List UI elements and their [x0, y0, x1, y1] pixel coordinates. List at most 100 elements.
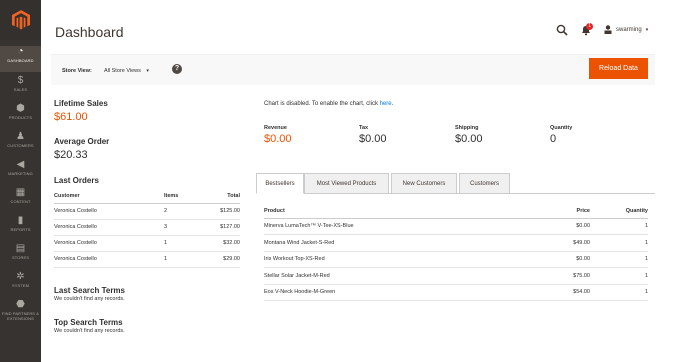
product-price: $49.00: [534, 234, 590, 252]
bestsellers-table: Product Price Quantity Minerva LumaTech™…: [264, 204, 648, 301]
user-menu[interactable]: swarming ▾: [604, 25, 648, 34]
revenue-label: Revenue: [264, 125, 287, 131]
order-items: 2: [164, 203, 204, 220]
sidebar-item-label: Products: [8, 115, 33, 120]
shipping-label: Shipping: [455, 125, 479, 131]
last-orders-title: Last Orders: [54, 176, 99, 185]
top-search-terms-title: Top Search Terms: [54, 318, 123, 327]
dashboard-icon: ◔: [17, 46, 24, 57]
user-name: swarming: [616, 26, 642, 33]
table-row[interactable]: Veronica Costello 2 $125.00: [54, 203, 240, 220]
last-search-terms-title: Last Search Terms: [54, 286, 125, 295]
sidebar-item-customers[interactable]: ♟ Customers: [0, 131, 41, 157]
sidebar-item-reports[interactable]: ▮ Reports: [0, 215, 41, 241]
table-header-row: Customer Items Total: [54, 189, 240, 204]
order-customer: Veronica Costello: [54, 219, 164, 236]
product-price: $75.00: [534, 267, 590, 285]
person-icon: ♟: [16, 131, 25, 142]
top-search-terms-empty: We couldn't find any records.: [54, 328, 125, 334]
table-header-row: Product Price Quantity: [264, 204, 648, 219]
order-items: 1: [164, 235, 204, 252]
sidebar-item-label: Dashboard: [7, 58, 34, 63]
column-header-product: Product: [264, 204, 534, 219]
product-name: Stellar Solar Jacket-M-Red: [264, 267, 534, 285]
tab-bestsellers[interactable]: Bestsellers: [256, 173, 304, 194]
tab-new-customers[interactable]: New Customers: [391, 173, 457, 194]
store-view-selected: All Store Views: [104, 68, 141, 74]
megaphone-icon: ◀: [16, 159, 25, 170]
order-items: 1: [164, 251, 204, 268]
table-row[interactable]: Iris Workout Top-XS-Red $0.00 1: [264, 251, 648, 268]
sidebar-item-stores[interactable]: ▤ Stores: [0, 243, 41, 269]
order-total: $125.00: [204, 203, 240, 220]
table-row[interactable]: Veronica Costello 1 $29.00: [54, 251, 240, 268]
table-row[interactable]: Stellar Solar Jacket-M-Red $75.00 1: [264, 267, 648, 285]
order-items: 3: [164, 219, 204, 236]
order-total: $32.00: [204, 235, 240, 252]
store-icon: ▤: [15, 243, 26, 254]
average-order-value: $20.33: [54, 149, 88, 161]
chevron-down-icon: ▾: [645, 26, 649, 33]
reload-data-button[interactable]: Reload Data: [589, 58, 648, 79]
table-row[interactable]: Montana Wind Jacket-S-Red $49.00 1: [264, 234, 648, 252]
sidebar-item-label: Marketing: [8, 171, 33, 176]
sidebar-item-label: Stores: [12, 255, 29, 260]
gear-icon: ✲: [16, 271, 25, 282]
product-name: Iris Workout Top-XS-Red: [264, 251, 534, 268]
sidebar-item-dashboard[interactable]: ◔ Dashboard: [0, 46, 41, 72]
shipping-value: $0.00: [455, 133, 483, 145]
sidebar-item-sales[interactable]: $ Sales: [0, 75, 41, 101]
last-search-terms-empty: We couldn't find any records.: [54, 296, 125, 302]
last-orders-table: Customer Items Total Veronica Costello 2…: [54, 189, 240, 268]
chart-disabled-note: Chart is disabled. To enable the chart, …: [264, 101, 393, 107]
chevron-down-icon: ▾: [146, 68, 149, 74]
product-name: Eos V-Neck Hoodie-M-Green: [264, 284, 534, 301]
sidebar-item-label: Reports: [10, 227, 31, 232]
product-name: Montana Wind Jacket-S-Red: [264, 234, 534, 252]
table-row[interactable]: Veronica Costello 3 $127.00: [54, 219, 240, 236]
column-header-items: Items: [164, 189, 204, 204]
sidebar-item-partners[interactable]: ⬣ Find Partners & Extensions: [0, 299, 41, 331]
search-icon[interactable]: [556, 24, 568, 36]
order-customer: Veronica Costello: [54, 203, 164, 220]
sidebar-item-label: Sales: [13, 87, 28, 92]
tab-customers[interactable]: Customers: [459, 173, 510, 194]
product-quantity: 1: [590, 218, 648, 235]
product-price: $0.00: [534, 251, 590, 268]
chart-disabled-text: Chart is disabled. To enable the chart, …: [264, 101, 380, 107]
column-header-total: Total: [204, 189, 240, 204]
product-quantity: 1: [590, 234, 648, 252]
sidebar-item-products[interactable]: ⬢ Products: [0, 103, 41, 129]
dollar-icon: $: [17, 75, 24, 86]
notification-count-badge: 1: [586, 23, 593, 30]
table-row[interactable]: Eos V-Neck Hoodie-M-Green $54.00 1: [264, 284, 648, 301]
page-title: Dashboard: [55, 24, 124, 40]
table-row[interactable]: Minerva LumaTech™ V-Tee-XS-Blue $0.00 1: [264, 218, 648, 235]
tab-most-viewed-products[interactable]: Most Viewed Products: [304, 173, 389, 194]
sidebar-item-system[interactable]: ✲ System: [0, 271, 41, 297]
sidebar-item-label: Customers: [7, 143, 34, 148]
product-name: Minerva LumaTech™ V-Tee-XS-Blue: [264, 218, 534, 235]
enable-chart-link[interactable]: here: [380, 101, 392, 107]
chart-disabled-suffix: .: [391, 101, 394, 107]
order-customer: Veronica Costello: [54, 251, 164, 268]
product-quantity: 1: [590, 284, 648, 301]
lifetime-sales-label: Lifetime Sales: [54, 99, 108, 108]
product-price: $0.00: [534, 218, 590, 235]
help-icon[interactable]: ?: [172, 64, 182, 74]
store-view-select[interactable]: All Store Views ▾: [104, 68, 149, 74]
revenue-value: $0.00: [264, 133, 292, 145]
bar-chart-icon: ▮: [17, 215, 24, 226]
sidebar-item-marketing[interactable]: ◀ Marketing: [0, 159, 41, 185]
table-row[interactable]: Veronica Costello 1 $32.00: [54, 235, 240, 252]
sidebar-item-content[interactable]: ▦ Content: [0, 187, 41, 213]
magento-logo[interactable]: [0, 0, 41, 40]
quantity-label: Quantity: [550, 125, 573, 131]
tax-value: $0.00: [359, 133, 387, 145]
cube-icon: ⬢: [16, 103, 25, 114]
store-view-label: Store View:: [62, 68, 92, 74]
tax-label: Tax: [359, 125, 369, 131]
column-header-customer: Customer: [54, 189, 164, 204]
sidebar-item-label: Find Partners & Extensions: [1, 311, 40, 321]
quantity-value: 0: [550, 133, 557, 145]
